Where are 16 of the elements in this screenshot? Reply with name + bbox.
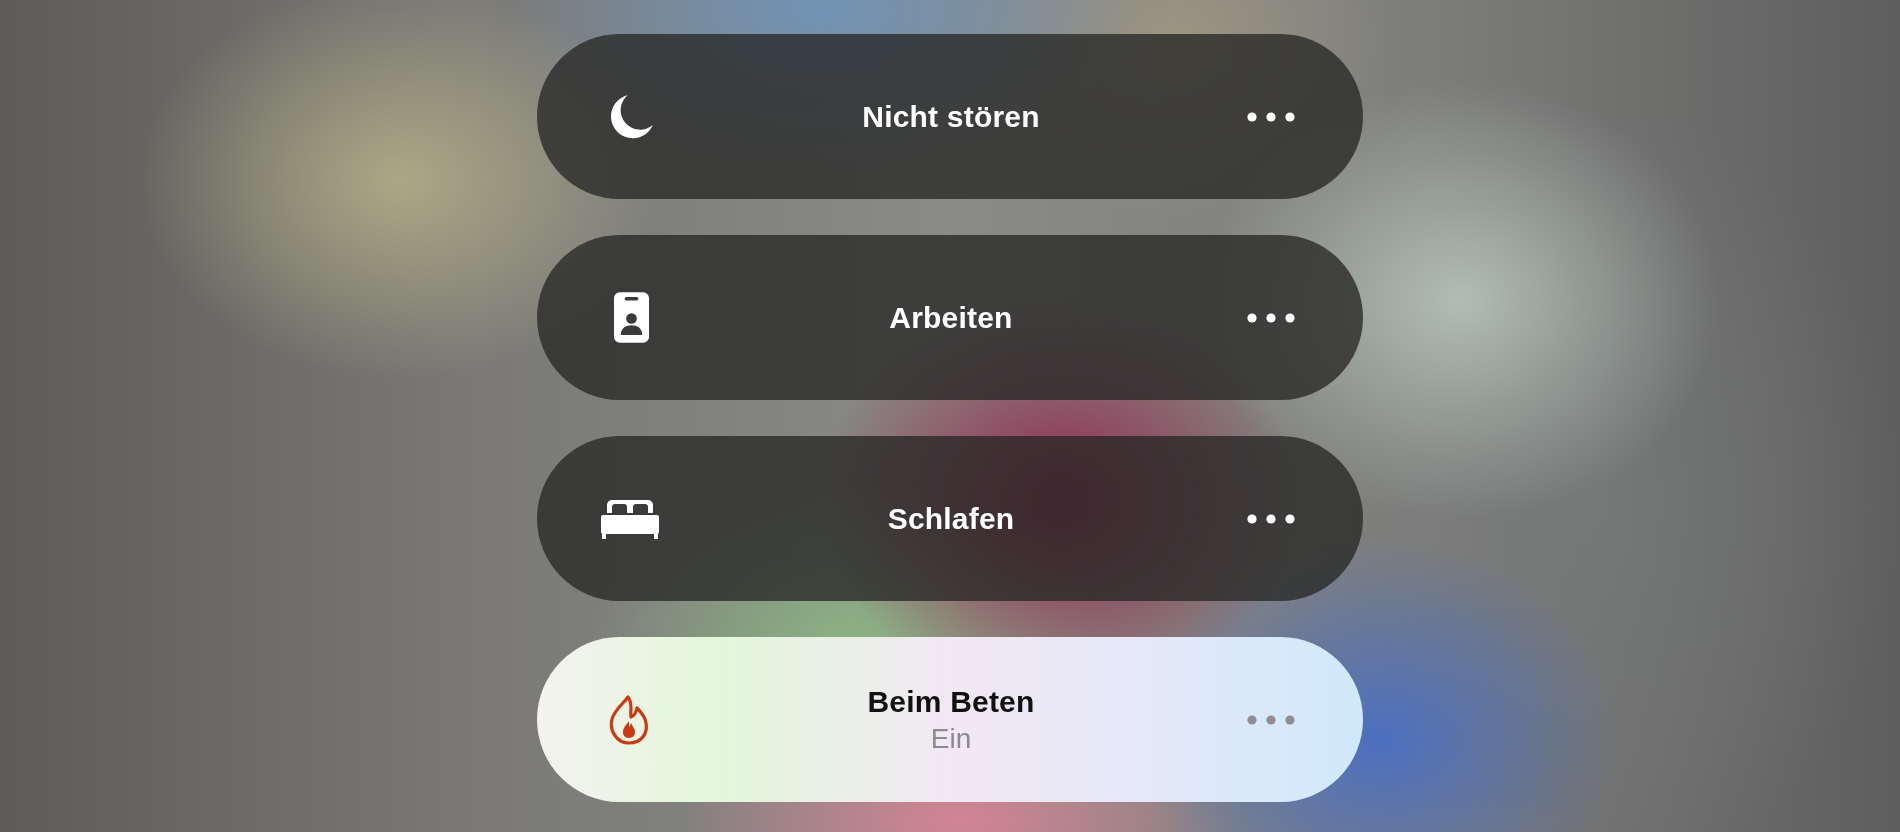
focus-mode-tile[interactable]: Schlafen [537,436,1363,601]
focus-mode-tile[interactable]: Nicht stören [537,34,1363,199]
more-icon[interactable] [1247,111,1295,122]
flame-icon [609,694,649,745]
focus-mode-tile[interactable]: Beim Beten Ein [537,637,1363,802]
more-icon[interactable] [1247,513,1295,524]
bed-icon [601,498,659,539]
focus-mode-tile[interactable]: Arbeiten [537,235,1363,400]
id-badge-icon [614,292,649,343]
focus-status-text: Ein [930,722,972,755]
focus-mode-label: Nicht stören [862,99,1040,134]
moon-icon [608,93,654,140]
more-icon[interactable] [1247,312,1295,323]
focus-mode-label: Schlafen [887,501,1015,536]
focus-mode-label: Beim Beten [867,684,1035,719]
focus-mode-label: Arbeiten [889,300,1013,335]
